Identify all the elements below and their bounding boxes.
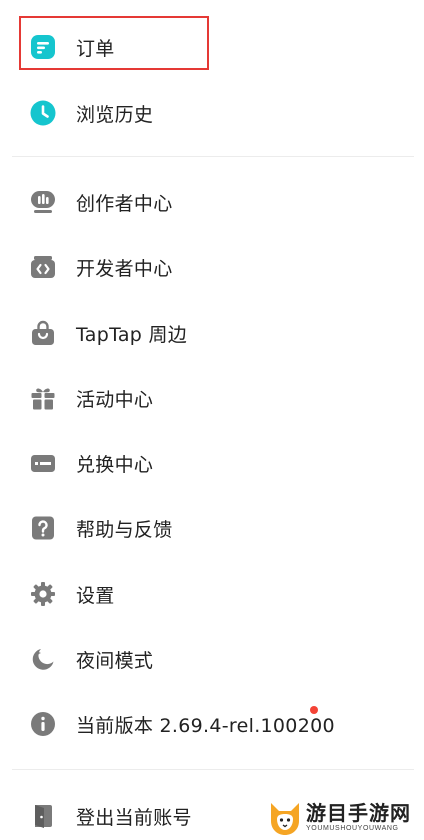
fox-logo-icon (268, 799, 302, 837)
menu-item-label: 开发者中心 (76, 257, 173, 280)
menu-item-label: 帮助与反馈 (76, 518, 173, 541)
menu-item-night-mode[interactable]: 夜间模式 (0, 631, 424, 687)
menu-item-label: 夜间模式 (76, 649, 154, 672)
help-icon (30, 515, 56, 541)
menu-item-creator-center[interactable]: 创作者中心 (0, 174, 424, 230)
menu-item-version[interactable]: 当前版本 2.69.4-rel.100200 (0, 696, 424, 752)
shopping-bag-icon (30, 320, 56, 346)
menu-item-taptap-merch[interactable]: TapTap 周边 (0, 305, 424, 361)
clock-icon (30, 100, 56, 126)
menu-item-label: 浏览历史 (76, 103, 154, 126)
menu-item-label: 创作者中心 (76, 192, 173, 215)
side-menu: 订单 浏览历史 创作者中心 开发者中心 TapTap 周边 活动中心 兑换中心 … (0, 0, 424, 840)
highlight-annotation (19, 16, 209, 70)
moon-icon (30, 646, 56, 672)
watermark-title: 游目手游网 (306, 801, 411, 825)
menu-item-redeem-center[interactable]: 兑换中心 (0, 435, 424, 491)
menu-item-label: TapTap 周边 (76, 323, 188, 346)
creator-icon (30, 189, 56, 215)
menu-item-events-center[interactable]: 活动中心 (0, 370, 424, 426)
gift-icon (30, 385, 56, 411)
divider (12, 156, 414, 157)
menu-item-help-feedback[interactable]: 帮助与反馈 (0, 500, 424, 556)
version-label: 当前版本 2.69.4-rel.100200 (76, 714, 335, 737)
menu-item-developer-center[interactable]: 开发者中心 (0, 239, 424, 295)
code-icon (30, 254, 56, 280)
menu-item-label: 设置 (76, 584, 115, 607)
menu-item-history[interactable]: 浏览历史 (0, 85, 424, 141)
menu-item-label: 登出当前账号 (76, 806, 192, 829)
gear-icon (30, 581, 56, 607)
watermark-subtitle: YOUMUSHOUYOUWANG (306, 825, 399, 832)
menu-item-label: 活动中心 (76, 388, 154, 411)
watermark: 游目手游网 YOUMUSHOUYOUWANG (268, 796, 424, 840)
info-icon (30, 711, 56, 737)
divider (12, 769, 414, 770)
menu-item-settings[interactable]: 设置 (0, 566, 424, 622)
menu-item-label: 兑换中心 (76, 453, 154, 476)
redeem-card-icon (30, 450, 56, 476)
logout-icon (30, 803, 56, 829)
update-badge (310, 706, 318, 714)
